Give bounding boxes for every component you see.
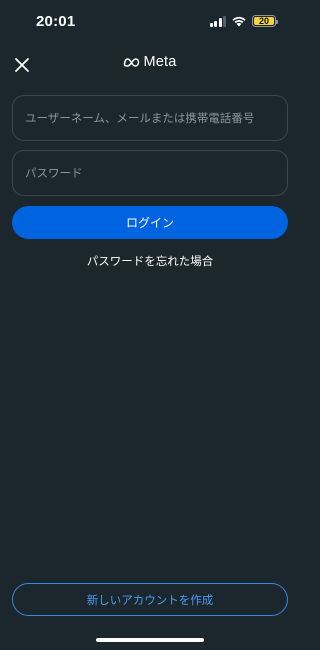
create-account-button[interactable]: 新しいアカウントを作成 xyxy=(12,583,288,616)
wifi-icon xyxy=(232,16,246,27)
login-screen: 20:01 20 Meta ユーザーネーム、メールまたは携帯電話番号 パスワード… xyxy=(0,0,300,650)
battery-level: 20 xyxy=(258,16,269,26)
home-indicator[interactable] xyxy=(96,638,204,642)
meta-logo-icon xyxy=(124,57,140,67)
brand-header: Meta xyxy=(0,54,300,70)
forgot-password-link[interactable]: パスワードを忘れた場合 xyxy=(0,253,300,269)
brand-name: Meta xyxy=(143,54,177,70)
status-bar: 20:01 20 xyxy=(0,0,300,44)
login-button[interactable]: ログイン xyxy=(12,206,288,239)
battery-icon: 20 xyxy=(252,15,278,27)
password-input[interactable]: パスワード xyxy=(12,150,288,196)
status-icons: 20 xyxy=(209,15,278,27)
username-input[interactable]: ユーザーネーム、メールまたは携帯電話番号 xyxy=(12,95,288,141)
signal-icon xyxy=(209,15,226,27)
status-time: 20:01 xyxy=(36,13,76,30)
